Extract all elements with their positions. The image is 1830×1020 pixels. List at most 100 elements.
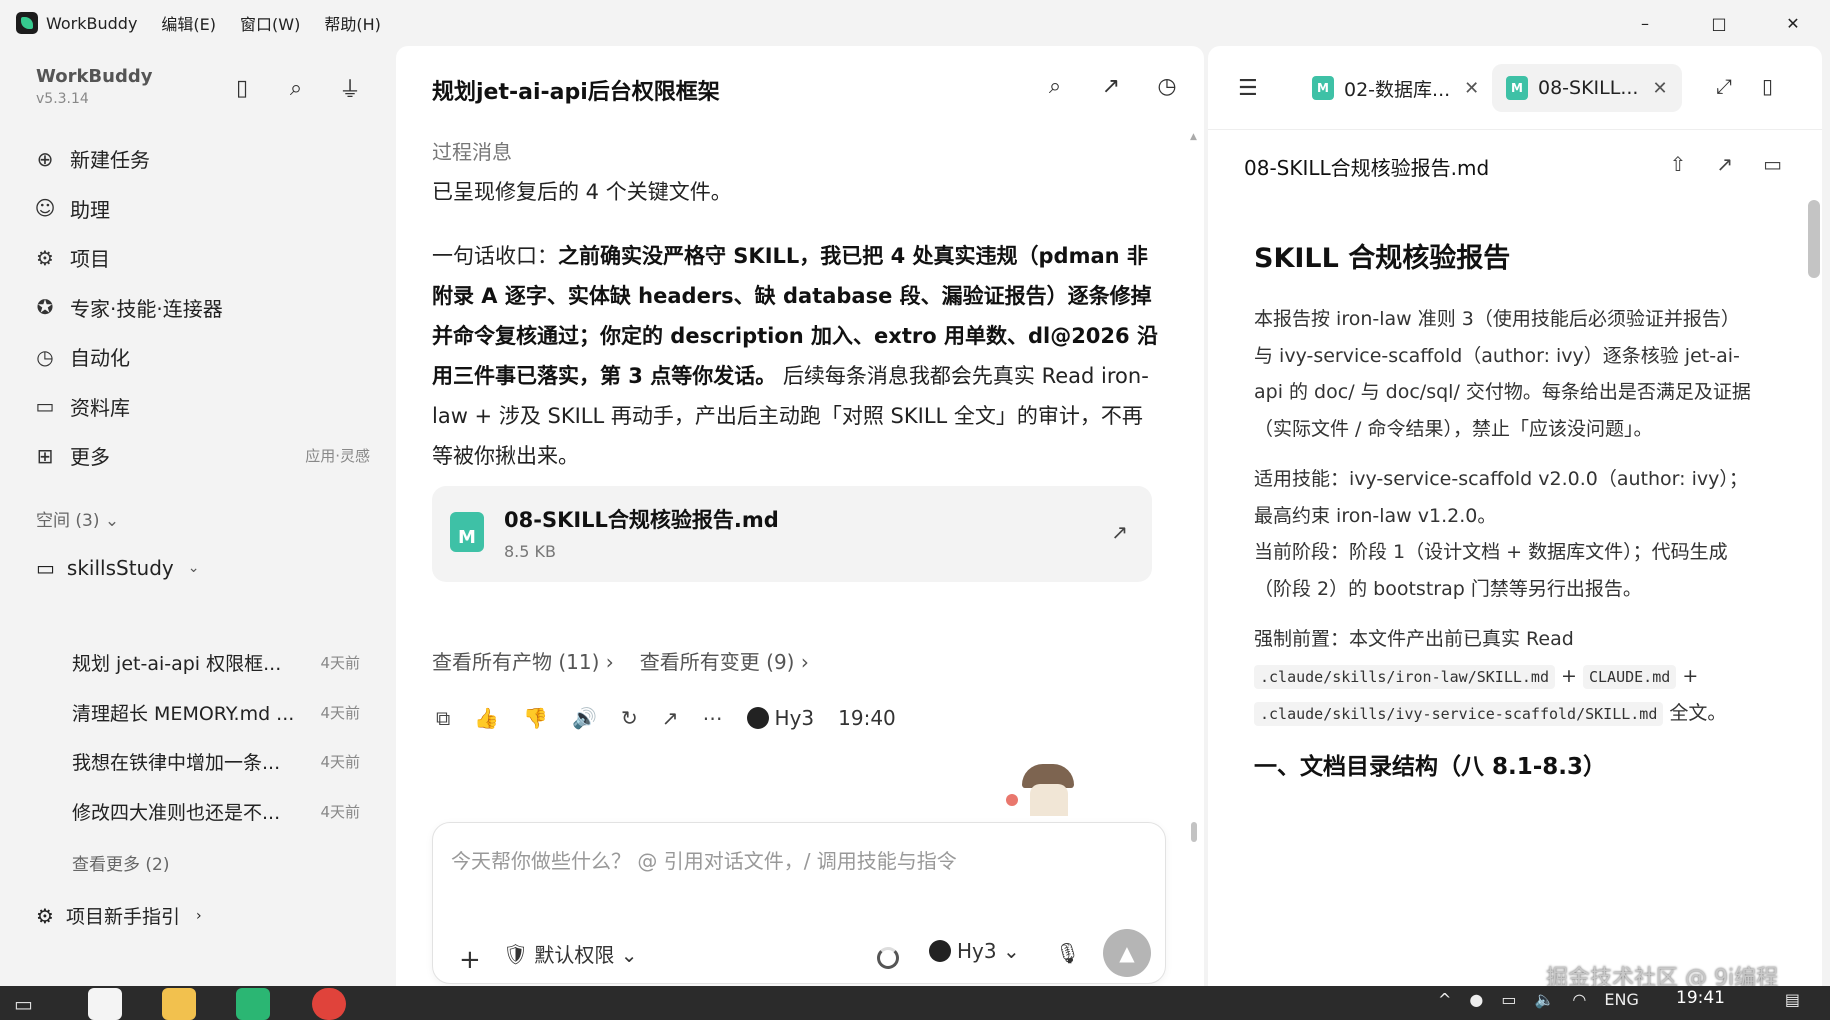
history-icon[interactable]: ◷: [1154, 74, 1180, 99]
doc-paragraph: 本报告按 iron-law 准则 3（使用技能后必须验证并报告）与 ivy-se…: [1254, 308, 1751, 440]
copy-icon[interactable]: ⧉: [436, 706, 450, 730]
doc-heading-1: SKILL 合规核验报告: [1254, 243, 1511, 274]
model-selector-label: Hy3 ⌄: [957, 939, 1020, 963]
assistant-icon: ☺: [34, 196, 56, 221]
thumbs-down-icon[interactable]: 👎: [523, 706, 548, 730]
task-view-icon[interactable]: ▭: [14, 992, 33, 1016]
view-all-artifacts-link[interactable]: 查看所有产物 (11) ›: [432, 646, 614, 675]
menu-lines-icon[interactable]: ☰: [1238, 76, 1258, 101]
share-icon[interactable]: ↗: [662, 706, 679, 730]
preview-scrollbar-thumb[interactable]: [1808, 200, 1820, 278]
display-icon[interactable]: ▭: [1501, 990, 1516, 1009]
nav-library[interactable]: ▭ 资料库: [30, 382, 370, 432]
project-icon: ⚙: [36, 245, 54, 270]
markdown-file-icon: M: [450, 512, 484, 552]
prereq-text: 强制前置：本文件产出前已真实 Read: [1254, 628, 1574, 650]
wifi-icon[interactable]: ◠: [1572, 990, 1586, 1009]
close-window-button[interactable]: ✕: [1756, 0, 1830, 46]
toggle-sidebar-icon[interactable]: ▯: [228, 74, 256, 102]
artifact-links: 查看所有产物 (11) › 查看所有变更 (9) ›: [432, 646, 809, 675]
nav-label: 助理: [70, 197, 110, 222]
model-selector[interactable]: Hy3 ⌄: [929, 939, 1020, 963]
filter-icon[interactable]: ⏚: [336, 74, 364, 103]
folder-icon[interactable]: ▭: [1763, 152, 1782, 176]
folder-icon: ▭: [36, 556, 55, 580]
nav-project[interactable]: ⚙ 项目: [30, 233, 370, 283]
scroll-thumb[interactable]: [1191, 822, 1197, 842]
qq-tray-icon[interactable]: ●: [1469, 990, 1483, 1009]
open-external-icon[interactable]: ↗: [1111, 520, 1128, 544]
share-icon[interactable]: ↗: [1716, 152, 1733, 176]
menu-help[interactable]: 帮助(H): [324, 11, 381, 35]
panel-layout-icon[interactable]: ▯: [1762, 74, 1773, 98]
expand-icon[interactable]: ⤢: [1716, 74, 1732, 98]
doc-paragraph: 当前阶段：阶段 1（设计文档 + 数据库文件）；代码生成（阶段 2）的 boot…: [1254, 541, 1728, 600]
file-name: 08-SKILL合规核验报告.md: [504, 508, 779, 532]
typora-taskbar-icon[interactable]: [88, 988, 122, 1020]
menu-window[interactable]: 窗口(W): [240, 11, 300, 35]
view-all-changes-link[interactable]: 查看所有变更 (9) ›: [640, 646, 809, 675]
workbuddy-taskbar-icon[interactable]: [236, 988, 270, 1020]
shield-check-icon: 🛡: [503, 941, 529, 966]
composer-input[interactable]: 今天帮你做些什么？ @ 引用对话文件，/ 调用技能与指令: [451, 845, 957, 874]
attach-plus-icon[interactable]: +: [459, 945, 481, 975]
file-attachment-card[interactable]: M 08-SKILL合规核验报告.md 8.5 KB ↗: [432, 486, 1152, 582]
menu-edit[interactable]: 编辑(E): [161, 11, 216, 35]
project-guide-link[interactable]: ⚙ 项目新手指引 ›: [36, 902, 202, 929]
scroll-up-arrow-icon[interactable]: ▲: [1190, 132, 1197, 142]
tab-08-skill[interactable]: M 08-SKILL... ✕: [1492, 64, 1682, 112]
speaker-icon[interactable]: 🔊: [572, 706, 597, 730]
see-more-link[interactable]: 查看更多 (2): [72, 850, 169, 875]
regenerate-icon[interactable]: ↻: [621, 706, 638, 730]
microphone-icon[interactable]: 🎙: [1055, 941, 1080, 965]
send-button[interactable]: ▲: [1103, 929, 1151, 977]
space-folder-skillsstudy[interactable]: ▭ skillsStudy ⌄: [36, 556, 199, 580]
maximize-button[interactable]: □: [1682, 0, 1756, 46]
thread-time: 4天前: [320, 753, 360, 772]
upload-icon[interactable]: ⇧: [1670, 152, 1687, 176]
more-icon[interactable]: ⋯: [703, 706, 723, 730]
thread-time: 4天前: [320, 654, 360, 673]
guide-label: 项目新手指引: [65, 906, 180, 928]
chevron-right-icon: ›: [195, 907, 202, 924]
share-icon[interactable]: ↗: [1098, 74, 1124, 99]
thread-item[interactable]: 清理超长 MEMORY.md ... 4天前: [72, 688, 362, 738]
nav-expert[interactable]: ✪ 专家·技能·连接器: [30, 283, 370, 333]
space-heading[interactable]: 空间 (3) ⌄: [36, 506, 119, 531]
brand-name: WorkBuddy: [36, 66, 153, 87]
chat-title: 规划jet-ai-api后台权限框架: [432, 80, 720, 105]
thumbs-up-icon[interactable]: 👍: [474, 706, 499, 730]
tab-02-database[interactable]: M 02-数据库... ✕: [1298, 64, 1493, 112]
more-grid-icon: ⊞: [36, 443, 54, 468]
model-icon: [746, 707, 769, 729]
thread-item[interactable]: 修改四大准则也还是不... 4天前: [72, 787, 362, 837]
volume-icon[interactable]: 🔈: [1535, 990, 1555, 1009]
search-icon[interactable]: ⌕: [1042, 74, 1068, 99]
language-indicator[interactable]: ENG: [1604, 990, 1638, 1009]
close-tab-icon[interactable]: ✕: [1464, 78, 1479, 99]
nav-automation[interactable]: ◷ 自动化: [30, 332, 370, 382]
nav-assistant[interactable]: ☺ 助理: [30, 184, 370, 234]
minimize-button[interactable]: –: [1608, 0, 1682, 46]
markdown-file-icon: M: [1506, 76, 1528, 100]
thread-item[interactable]: 我想在铁律中增加一条... 4天前: [72, 737, 362, 787]
plus-text: +: [1682, 664, 1699, 687]
clock[interactable]: 19:41: [1676, 988, 1725, 1008]
notification-icon[interactable]: ▤: [1785, 990, 1800, 1009]
file-size: 8.5 KB: [504, 542, 556, 561]
preview-panel: ☰ M 02-数据库... ✕ M 08-SKILL... ✕ ⤢ ▯ 08-S…: [1208, 46, 1822, 986]
nav-more[interactable]: ⊞ 更多 应用·灵感: [30, 431, 370, 481]
chevron-up-icon[interactable]: ^: [1438, 990, 1451, 1009]
chat-toolbar: ⌕ ↗ ◷: [1042, 74, 1180, 99]
chat-scrollbar[interactable]: ▲: [1190, 132, 1198, 842]
process-messages-toggle[interactable]: 过程消息: [432, 136, 512, 165]
close-tab-icon[interactable]: ✕: [1652, 78, 1667, 99]
file-explorer-taskbar-icon[interactable]: [162, 988, 196, 1020]
summary-prefix: 一句话收口：: [432, 244, 558, 268]
chrome-taskbar-icon[interactable]: [312, 988, 346, 1020]
search-icon[interactable]: ⌕: [282, 74, 310, 102]
nav-new-task[interactable]: ⊕ 新建任务: [30, 134, 370, 184]
nav-label: 资料库: [70, 395, 130, 420]
permission-selector[interactable]: 🛡 默认权限 ⌄: [503, 939, 638, 968]
thread-item[interactable]: 规划 jet-ai-api 权限框... 4天前: [72, 638, 362, 688]
